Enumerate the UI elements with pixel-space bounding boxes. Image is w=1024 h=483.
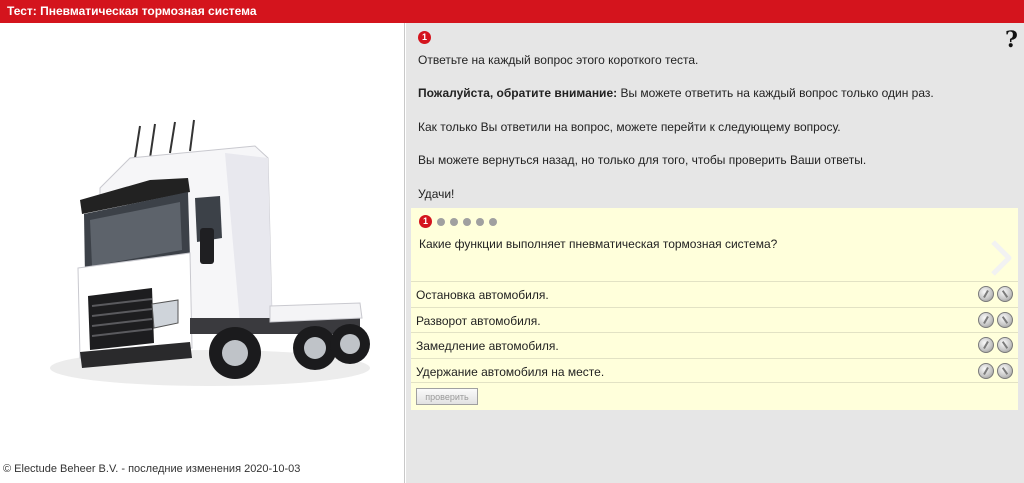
answer-label: Удержание автомобиля на месте. — [416, 364, 605, 379]
answer-row: Замедление автомобиля. — [411, 332, 1018, 358]
correct-radio[interactable] — [978, 311, 994, 328]
next-arrow-icon[interactable] — [989, 238, 1013, 278]
answer-row: Разворот автомобиля. — [411, 306, 1018, 333]
incorrect-radio[interactable] — [997, 362, 1013, 379]
answer-list: Остановка автомобиля. Разворот автомобил… — [411, 281, 1018, 383]
current-question-badge[interactable]: 1 — [419, 215, 432, 228]
correct-radio[interactable] — [978, 337, 994, 353]
truck-image — [50, 119, 370, 386]
notice-text: Пожалуйста, обратите внимание: Вы можете… — [418, 86, 934, 100]
correct-radio[interactable] — [978, 286, 994, 302]
progress-dot[interactable] — [489, 217, 497, 226]
copyright-footer: © Electude Beheer B.V. - последние измен… — [3, 463, 301, 475]
notice-bold: Пожалуйста, обратите внимание: — [418, 86, 618, 100]
help-icon[interactable]: ? — [1005, 27, 1018, 53]
progress-dot[interactable] — [476, 217, 484, 226]
incorrect-radio[interactable] — [997, 286, 1013, 302]
incorrect-radio[interactable] — [997, 311, 1013, 328]
question-box: 1 Какие функции выполняет пневматическая… — [411, 208, 1018, 410]
check-button[interactable]: проверить — [416, 388, 478, 405]
instruction-text: Как только Вы ответили на вопрос, можете… — [418, 120, 841, 134]
instruction-text: Вы можете вернуться назад, но только для… — [418, 153, 867, 167]
illustration-panel: © Electude Beheer B.V. - последние измен… — [0, 23, 405, 483]
notice-rest: Вы можете ответить на каждый вопрос толь… — [617, 86, 934, 100]
question-text: Какие функции выполняет пневматическая т… — [419, 237, 778, 251]
window-title-bar: Тест: Пневматическая тормозная система — [0, 0, 1024, 23]
progress-dot[interactable] — [437, 217, 445, 226]
progress-dot[interactable] — [463, 217, 471, 226]
correct-radio[interactable] — [978, 362, 994, 379]
progress-dots: 1 — [419, 215, 497, 228]
progress-dot[interactable] — [450, 217, 458, 226]
instruction-text: Ответьте на каждый вопрос этого коротког… — [418, 53, 699, 67]
incorrect-radio[interactable] — [997, 337, 1013, 353]
quiz-panel: 1 ? Ответьте на каждый вопрос этого коро… — [406, 23, 1024, 483]
answer-label: Замедление автомобиля. — [416, 339, 559, 353]
answer-row: Удержание автомобиля на месте. — [411, 357, 1018, 383]
answer-row: Остановка автомобиля. — [411, 281, 1018, 307]
good-luck-text: Удачи! — [418, 187, 455, 201]
answer-label: Остановка автомобиля. — [416, 288, 549, 302]
question-number-badge: 1 — [418, 31, 431, 44]
window-title: Тест: Пневматическая тормозная система — [7, 4, 257, 18]
answer-label: Разворот автомобиля. — [416, 313, 541, 328]
